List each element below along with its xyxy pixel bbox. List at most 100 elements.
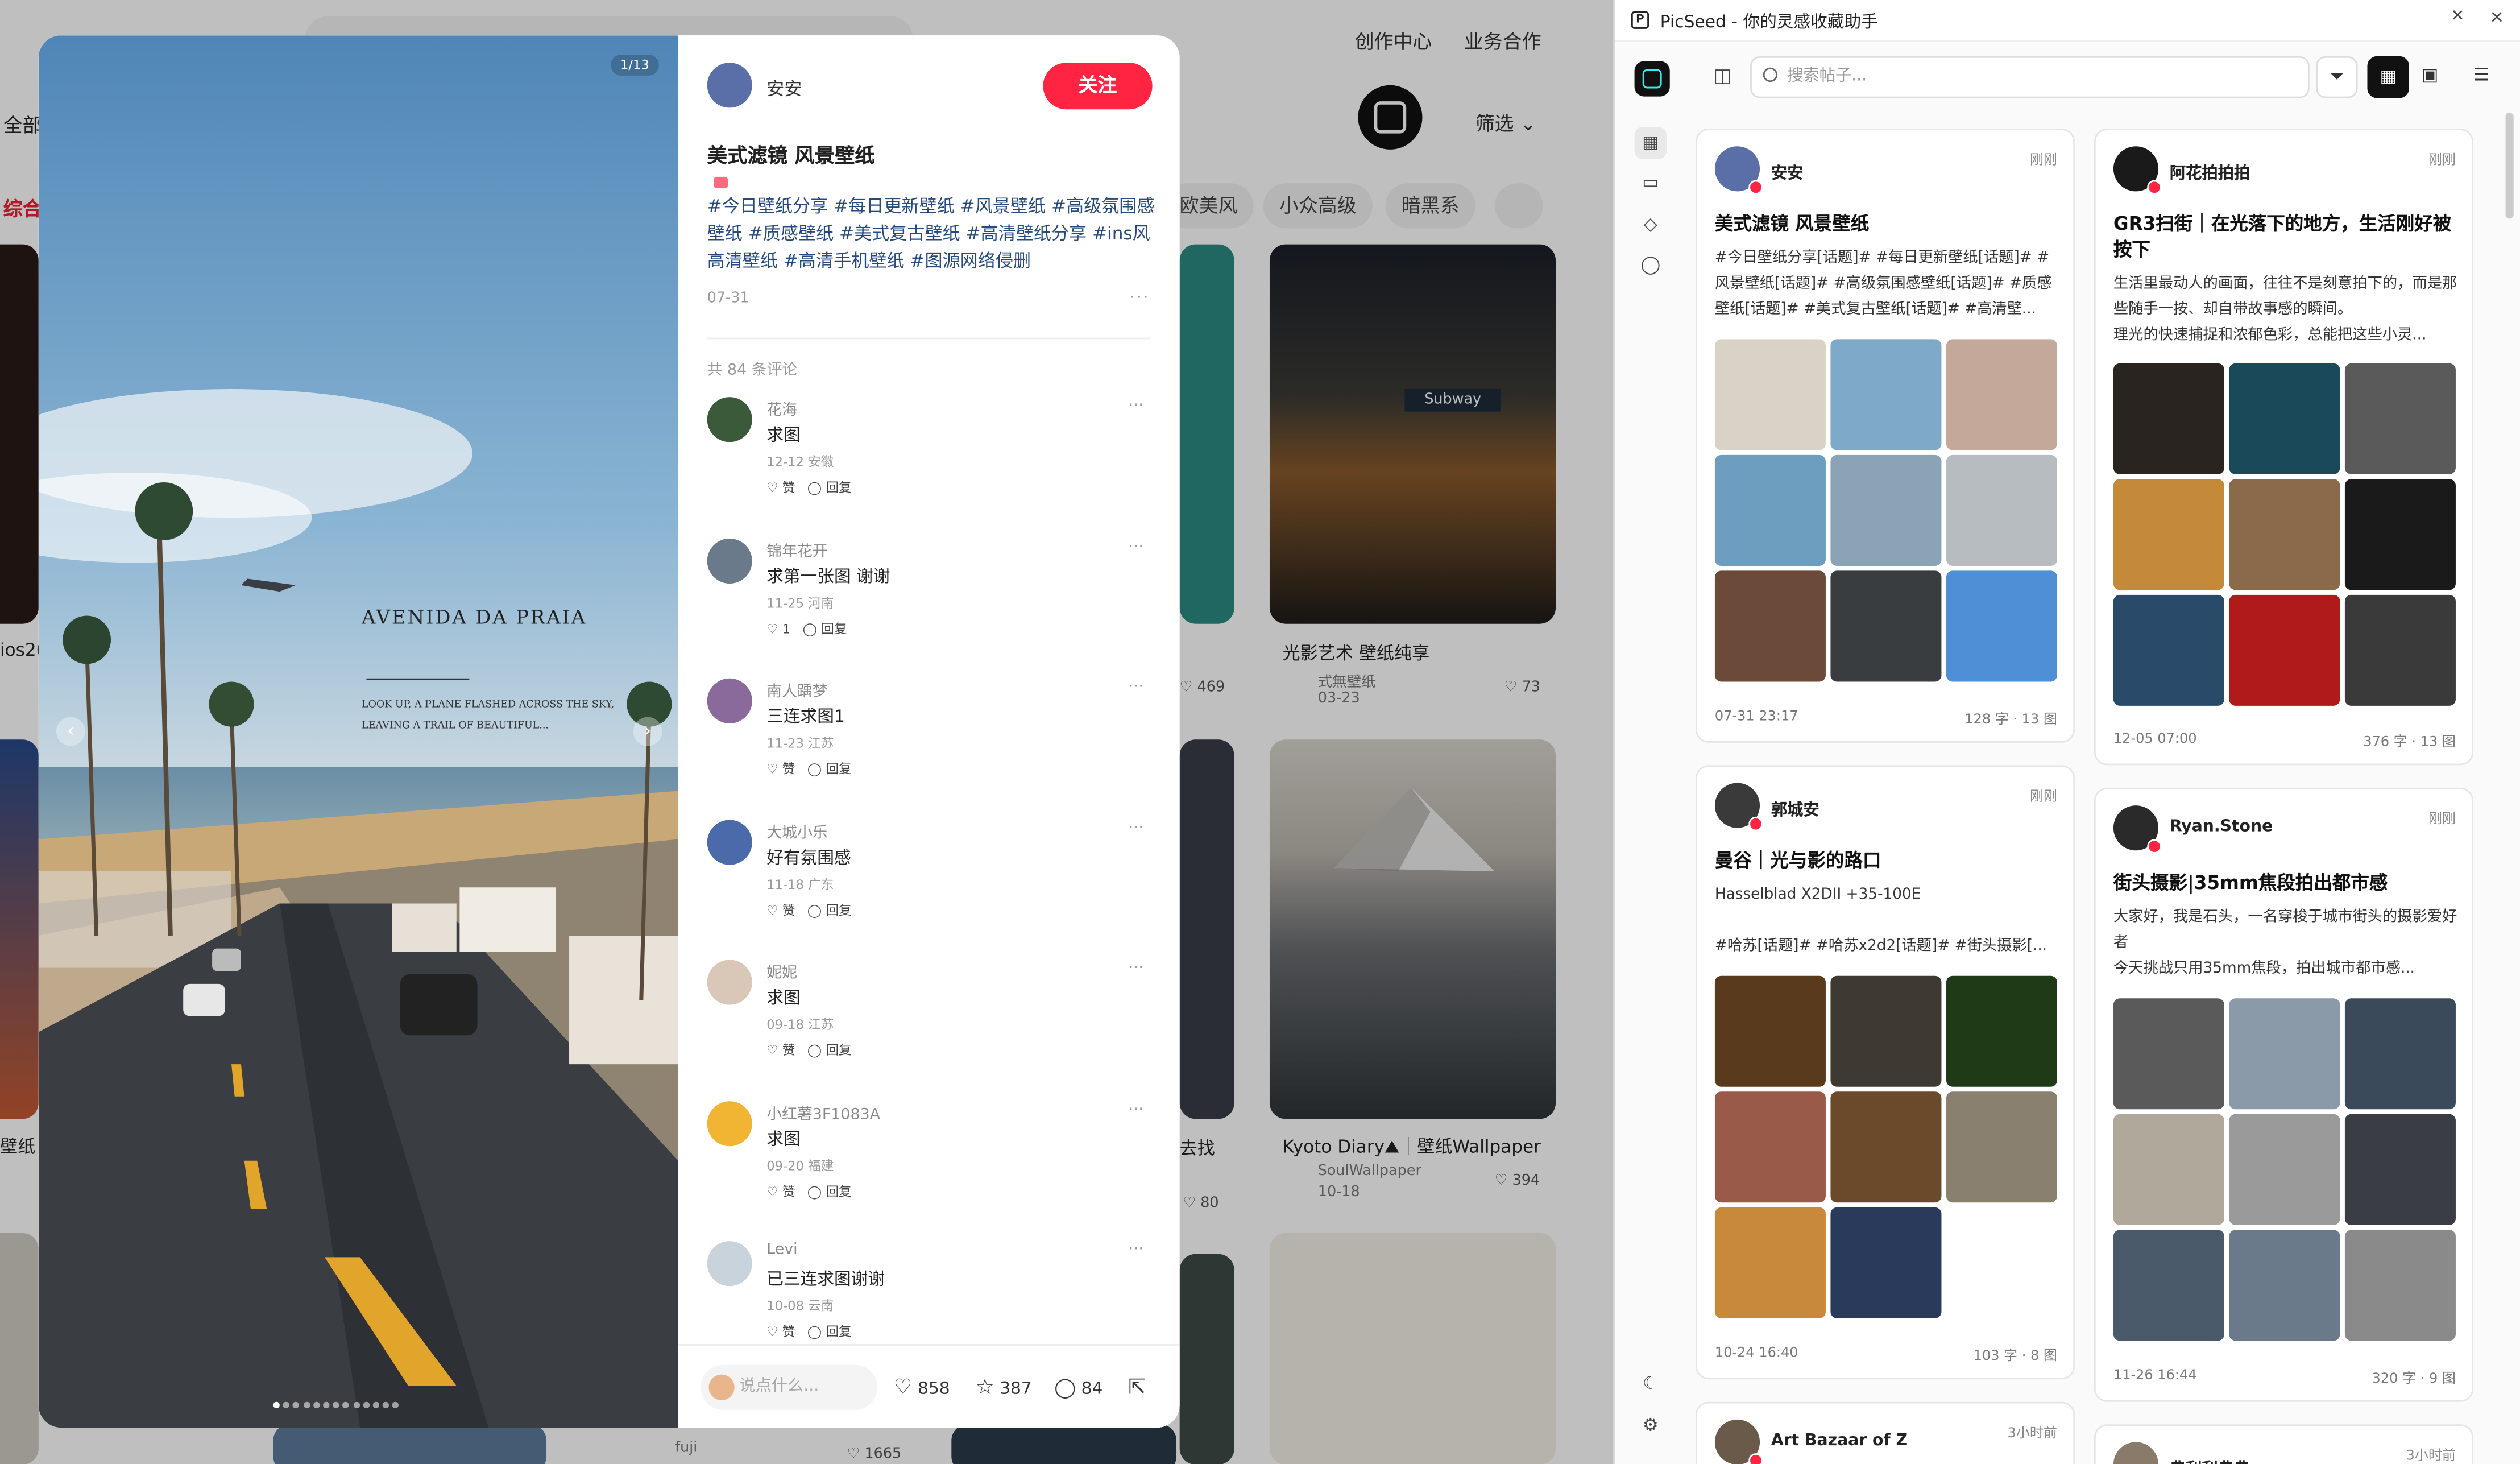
like-button[interactable]: ♡ 858 bbox=[894, 1376, 950, 1400]
settings-icon[interactable]: ⚙ bbox=[1635, 1410, 1667, 1442]
reply-icon[interactable]: ◯ bbox=[807, 762, 826, 776]
thumbnail[interactable] bbox=[1714, 1091, 1826, 1203]
heart-icon[interactable]: ♡ bbox=[766, 1325, 782, 1339]
carousel-dot[interactable] bbox=[372, 1401, 379, 1409]
dark-mode-icon[interactable]: ☾ bbox=[1635, 1368, 1667, 1400]
like-label[interactable]: 赞 bbox=[782, 1325, 795, 1339]
more-options-icon[interactable]: ··· bbox=[1128, 397, 1143, 415]
thumbnail[interactable] bbox=[2344, 479, 2456, 590]
commenter-name[interactable]: 花海 bbox=[766, 397, 797, 420]
thumbnail[interactable] bbox=[1714, 570, 1826, 682]
grid-layout-icon[interactable]: ▦ bbox=[2367, 56, 2409, 98]
thumbnail[interactable] bbox=[1946, 975, 2057, 1087]
reply-icon[interactable]: ◯ bbox=[803, 621, 822, 635]
more-options-icon[interactable]: ··· bbox=[1128, 819, 1143, 837]
prev-image-button[interactable]: ‹ bbox=[56, 717, 85, 746]
like-label[interactable]: 赞 bbox=[782, 762, 795, 776]
filter-icon[interactable]: ⏷ bbox=[2316, 56, 2358, 98]
carousel-dot[interactable] bbox=[362, 1401, 370, 1409]
share-icon[interactable]: ⇱ bbox=[1128, 1376, 1146, 1400]
thumbnail[interactable] bbox=[2344, 1114, 2456, 1225]
thumbnail[interactable] bbox=[2229, 1114, 2340, 1225]
search-input[interactable]: 搜索帖子... bbox=[1750, 56, 2310, 98]
thumbnail[interactable] bbox=[2113, 479, 2224, 590]
commenter-avatar[interactable] bbox=[707, 397, 752, 442]
thumbnail[interactable] bbox=[1714, 454, 1826, 566]
more-options-icon[interactable]: ··· bbox=[1128, 679, 1143, 696]
reply-label[interactable]: 回复 bbox=[826, 1043, 851, 1057]
reply-icon[interactable]: ◯ bbox=[807, 481, 826, 495]
post-card[interactable]: Ryan.Stone 刚刚 街头摄影|35mm焦段拍出都市感 大家好，我是石头，一名穿… bbox=[2094, 787, 2474, 1402]
reply-label[interactable]: 回复 bbox=[826, 903, 851, 917]
thumbnail[interactable] bbox=[1830, 339, 1942, 450]
reply-icon[interactable]: ◯ bbox=[807, 1184, 826, 1198]
heart-icon[interactable]: ♡ bbox=[766, 903, 782, 917]
thumbnail[interactable] bbox=[1946, 570, 2057, 682]
reply-label[interactable]: 回复 bbox=[826, 762, 851, 776]
commenter-name[interactable]: 大城小乐 bbox=[766, 819, 827, 842]
commenter-avatar[interactable] bbox=[707, 960, 752, 1005]
thumbnail[interactable] bbox=[2344, 363, 2456, 474]
thumbnail[interactable] bbox=[1946, 339, 2057, 450]
reply-icon[interactable]: ◯ bbox=[807, 1043, 826, 1057]
thumbnail[interactable] bbox=[2229, 363, 2340, 474]
settings-sliders-icon[interactable]: ☰ bbox=[2460, 56, 2502, 98]
thumbnail[interactable] bbox=[2113, 1114, 2224, 1225]
carousel-dot[interactable] bbox=[313, 1401, 320, 1409]
carousel-dot[interactable] bbox=[322, 1401, 330, 1409]
grid-view-icon[interactable]: ▦ bbox=[1634, 127, 1667, 159]
more-options-icon[interactable]: ··· bbox=[1130, 290, 1150, 307]
thumbnail[interactable] bbox=[1714, 339, 1826, 450]
commenter-name[interactable]: 锦年花开 bbox=[766, 537, 827, 560]
thumbnail[interactable] bbox=[2229, 998, 2340, 1110]
like-label[interactable]: 赞 bbox=[782, 481, 795, 495]
thumbnail[interactable] bbox=[2229, 479, 2340, 590]
post-card[interactable]: 阿花拍拍拍 刚刚 GR3扫街｜在光落下的地方，生活刚好被按下 生活里最动人的画面，往往… bbox=[2094, 129, 2474, 766]
heart-icon[interactable]: ♡ bbox=[766, 1043, 782, 1057]
close-icon[interactable]: × bbox=[2489, 6, 2504, 27]
author-avatar[interactable] bbox=[707, 63, 752, 108]
reply-icon[interactable]: ◯ bbox=[807, 1325, 826, 1339]
follow-button[interactable]: 关注 bbox=[1043, 63, 1153, 110]
reply-icon[interactable]: ◯ bbox=[807, 903, 826, 917]
thumbnail[interactable] bbox=[1830, 1207, 1942, 1318]
carousel-dots[interactable] bbox=[273, 1395, 403, 1409]
commenter-avatar[interactable] bbox=[707, 537, 752, 583]
note-hashtags[interactable]: #今日壁纸分享 #每日更新壁纸 #风景壁纸 #高级氛围感壁纸 #质感壁纸 #美式… bbox=[707, 193, 1160, 275]
post-card[interactable]: 安安 刚刚 美式滤镜 风景壁纸 #今日壁纸分享[话题]# #每日更新壁纸[话题]# #… bbox=[1695, 129, 2075, 743]
image-view-icon[interactable]: ▣ bbox=[2409, 56, 2451, 98]
scrollbar[interactable] bbox=[2505, 112, 2514, 219]
thumbnail[interactable] bbox=[1714, 1207, 1826, 1318]
thumbnail[interactable] bbox=[1714, 975, 1826, 1087]
pin-icon[interactable]: ✕ bbox=[2451, 8, 2464, 26]
heart-icon[interactable]: ♡ bbox=[766, 621, 782, 635]
commenter-name[interactable]: 南人踽梦 bbox=[766, 679, 827, 701]
thumbnail[interactable] bbox=[1830, 1091, 1942, 1203]
like-label[interactable]: 赞 bbox=[782, 1043, 795, 1057]
next-image-button[interactable]: › bbox=[633, 717, 662, 746]
heart-icon[interactable]: ♡ bbox=[766, 1184, 782, 1198]
thumbnail[interactable] bbox=[2113, 594, 2224, 706]
more-options-icon[interactable]: ··· bbox=[1128, 960, 1143, 977]
post-card[interactable]: 典利利典典 3小时前 bbox=[2094, 1424, 2474, 1464]
sidebar-toggle-icon[interactable]: ◫ bbox=[1713, 64, 1731, 87]
reply-label[interactable]: 回复 bbox=[821, 621, 847, 635]
thumbnail[interactable] bbox=[1830, 454, 1942, 566]
thumbnail[interactable] bbox=[1830, 975, 1942, 1087]
post-card[interactable]: 郭城安 刚刚 曼谷｜光与影的路口 Hasselblad X2DII +35-100E … bbox=[1695, 765, 2075, 1380]
tag-icon[interactable]: ◇ bbox=[1635, 209, 1667, 241]
more-options-icon[interactable]: ··· bbox=[1128, 537, 1143, 555]
commenter-name[interactable]: 妮妮 bbox=[766, 960, 797, 982]
commenter-name[interactable]: Levi bbox=[766, 1241, 797, 1259]
folder-icon[interactable]: ▭ bbox=[1635, 167, 1667, 200]
collect-button[interactable]: ☆ 387 bbox=[976, 1376, 1032, 1400]
commenter-avatar[interactable] bbox=[707, 1100, 752, 1145]
thumbnail[interactable] bbox=[1830, 570, 1942, 682]
thumbnail[interactable] bbox=[2113, 998, 2224, 1110]
carousel-dot[interactable] bbox=[273, 1401, 280, 1409]
thumbnail[interactable] bbox=[2229, 594, 2340, 706]
comment-button[interactable]: ◯ 84 bbox=[1054, 1376, 1102, 1399]
thumbnail[interactable] bbox=[2113, 1230, 2224, 1341]
note-image-carousel[interactable]: 1/13 AVENIDA DA PRAIA LOOK UP, A PLANE F… bbox=[38, 35, 678, 1428]
heart-icon[interactable]: ♡ bbox=[766, 481, 782, 495]
